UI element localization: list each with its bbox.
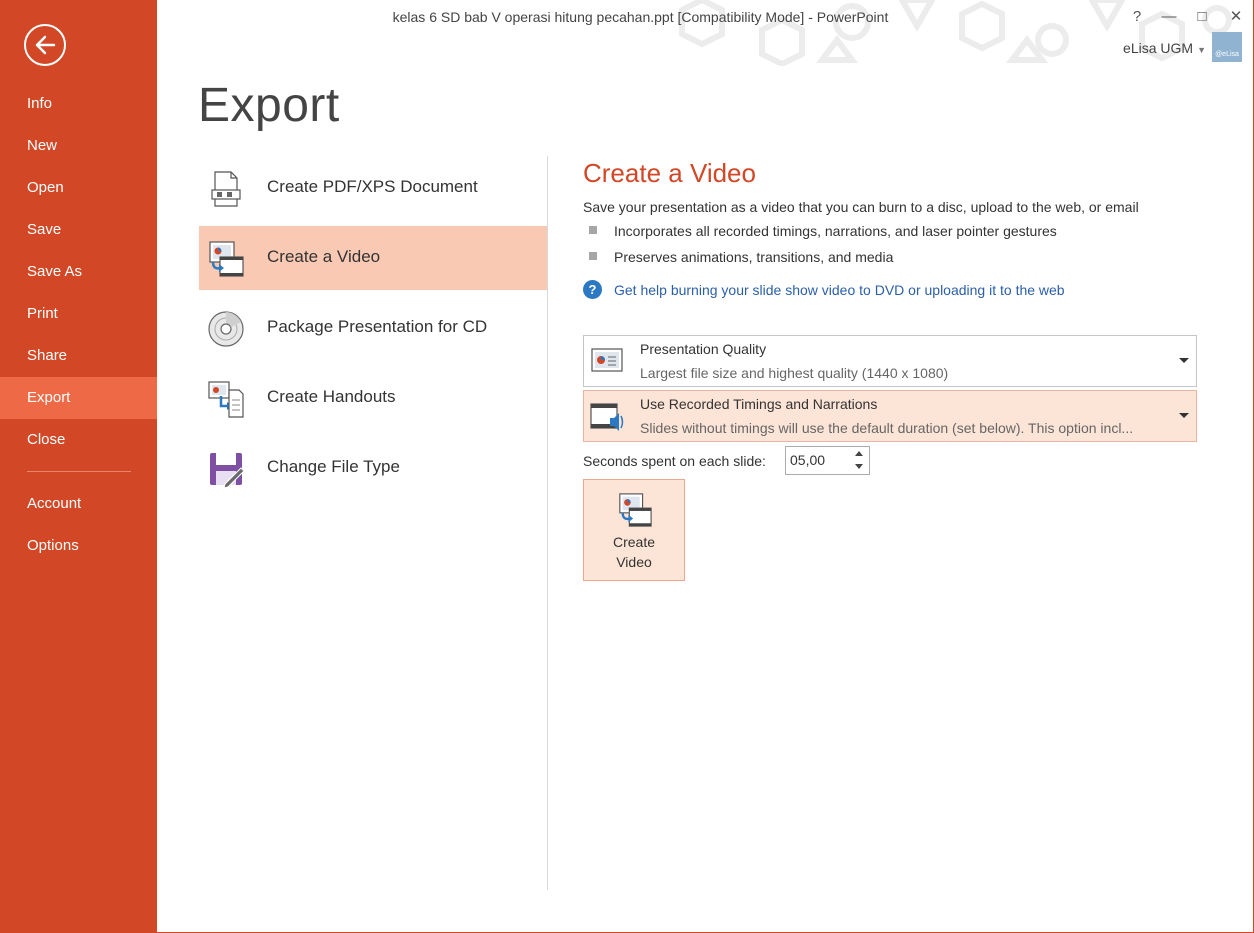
option-create-video[interactable]: Create a Video <box>199 226 547 290</box>
nav-share[interactable]: Share <box>0 335 157 377</box>
handouts-icon <box>208 381 244 418</box>
nav-info[interactable]: Info <box>0 83 157 125</box>
back-button[interactable] <box>24 24 66 66</box>
help-link[interactable]: Get help burning your slide show video t… <box>614 282 1065 298</box>
maximize-button[interactable]: □ <box>1191 6 1213 28</box>
option-change-file-type[interactable]: Change File Type <box>199 436 547 500</box>
dropdown-sub-text: Slides without timings will use the defa… <box>640 420 1134 436</box>
bullet-text: Incorporates all recorded timings, narra… <box>614 223 1057 239</box>
dropdown-main-text: Use Recorded Timings and Narrations <box>640 396 878 412</box>
help-button[interactable]: ? <box>1126 6 1148 28</box>
nav-open[interactable]: Open <box>0 167 157 209</box>
seconds-label: Seconds spent on each slide: <box>583 453 766 469</box>
create-video-button[interactable]: Create Video <box>583 479 685 581</box>
video-icon <box>619 493 652 527</box>
timings-dropdown[interactable]: Use Recorded Timings and Narrations Slid… <box>583 390 1197 442</box>
quality-dropdown[interactable]: Presentation Quality Largest file size a… <box>583 335 1197 387</box>
video-icon <box>209 241 244 277</box>
pdf-document-icon <box>211 171 241 207</box>
nav-close[interactable]: Close <box>0 419 157 461</box>
option-create-handouts[interactable]: Create Handouts <box>199 366 547 430</box>
file-type-icon <box>210 453 245 488</box>
chevron-down-icon: ▼ <box>1197 45 1206 55</box>
nav-save-as[interactable]: Save As <box>0 251 157 293</box>
nav-print[interactable]: Print <box>0 293 157 335</box>
detail-description: Save your presentation as a video that y… <box>583 199 1139 215</box>
nav-new[interactable]: New <box>0 125 157 167</box>
dropdown-sub-text: Largest file size and highest quality (1… <box>640 365 949 381</box>
create-video-label-line2: Video <box>616 554 652 570</box>
bullet-marker <box>589 252 597 260</box>
pane-divider <box>547 156 548 890</box>
nav-divider <box>27 471 131 472</box>
window-title: kelas 6 SD bab V operasi hitung pecahan.… <box>392 9 889 25</box>
backstage-sidebar: Info New Open Save Save As Print Share E… <box>0 0 157 933</box>
dropdown-arrow-icon <box>1179 413 1189 418</box>
seconds-input[interactable] <box>790 452 848 468</box>
account-menu[interactable]: eLisa UGM ▼ <box>1123 40 1206 56</box>
spinner-down-icon[interactable] <box>855 464 863 469</box>
option-label: Create Handouts <box>267 387 396 406</box>
nav-options[interactable]: Options <box>0 525 157 567</box>
help-icon: ? <box>583 280 602 299</box>
option-label: Change File Type <box>267 457 400 476</box>
create-video-label-line1: Create <box>612 534 656 550</box>
cd-icon <box>208 311 244 347</box>
nav-export[interactable]: Export <box>0 377 157 419</box>
option-label: Package Presentation for CD <box>267 317 488 336</box>
option-label: Create a Video <box>267 247 381 266</box>
close-window-button[interactable]: ✕ <box>1225 6 1247 28</box>
presentation-quality-icon <box>591 348 623 372</box>
spinner-up-icon[interactable] <box>855 451 863 456</box>
option-create-pdf-xps[interactable]: Create PDF/XPS Document <box>199 156 547 220</box>
nav-save[interactable]: Save <box>0 209 157 251</box>
page-title: Export <box>198 79 340 132</box>
dropdown-main-text: Presentation Quality <box>640 341 767 357</box>
back-arrow-icon <box>35 35 56 55</box>
bullet-text: Preserves animations, transitions, and m… <box>614 249 894 265</box>
detail-title: Create a Video <box>583 158 756 188</box>
seconds-spinner <box>785 446 870 475</box>
option-label: Create PDF/XPS Document <box>267 177 478 196</box>
account-name: eLisa UGM <box>1123 40 1194 56</box>
dropdown-arrow-icon <box>1179 358 1189 363</box>
nav-account[interactable]: Account <box>0 483 157 525</box>
option-package-cd[interactable]: Package Presentation for CD <box>199 296 547 360</box>
minimize-button[interactable]: — <box>1158 6 1180 28</box>
recorded-timings-icon <box>590 403 624 431</box>
bullet-marker <box>589 226 597 234</box>
avatar[interactable]: @eLisa <box>1212 32 1242 62</box>
